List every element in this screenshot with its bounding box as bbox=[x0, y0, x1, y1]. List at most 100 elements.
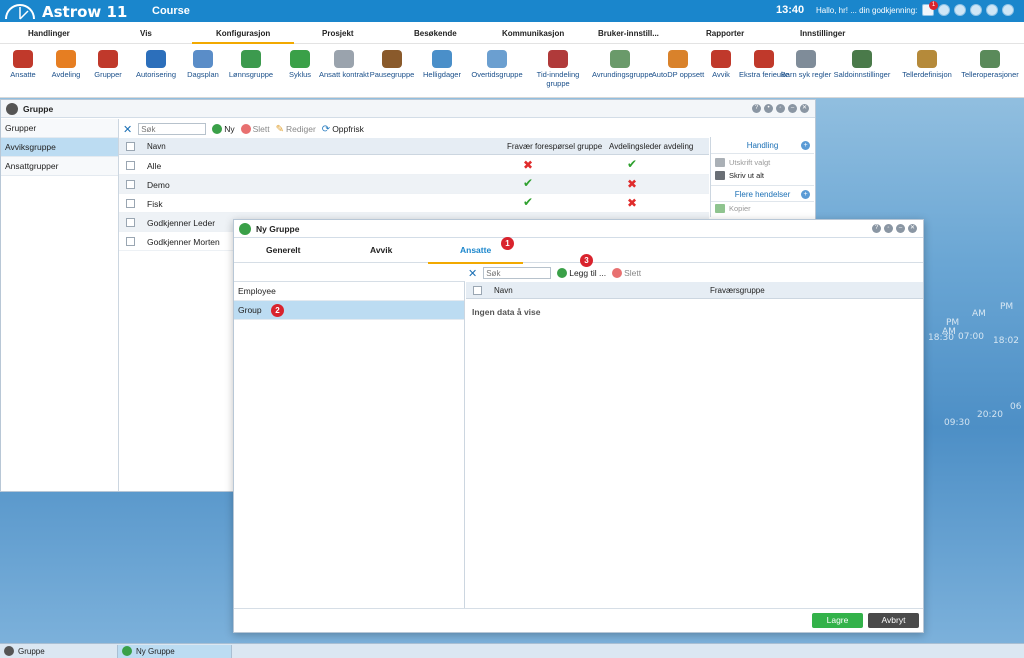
gruppe-search-input[interactable] bbox=[138, 123, 207, 135]
toolbar-helligdager[interactable]: Helligdager bbox=[414, 50, 470, 79]
user-profile-icon[interactable] bbox=[938, 4, 950, 16]
add-button[interactable]: Legg til ... bbox=[557, 268, 606, 278]
menu-rapporter[interactable]: Rapporter bbox=[706, 29, 744, 38]
clock-label: PM bbox=[946, 318, 960, 328]
dialog-header: Ny Gruppe ? ◦ – ✕ bbox=[234, 220, 923, 238]
cancel-button[interactable]: Avbryt bbox=[868, 613, 919, 628]
dialog-tabs: Generelt Avvik Ansatte 1 bbox=[234, 237, 923, 264]
expand-icon[interactable]: + bbox=[801, 190, 810, 199]
row-checkbox[interactable] bbox=[126, 237, 135, 246]
lock-icon[interactable] bbox=[970, 4, 982, 16]
dialog-search-input[interactable] bbox=[483, 267, 552, 279]
menu-vis[interactable]: Vis bbox=[140, 29, 152, 38]
column-fravaer: Fravær forespørsel gruppe bbox=[507, 142, 603, 151]
row-checkbox[interactable] bbox=[126, 180, 135, 189]
select-all-checkbox[interactable] bbox=[473, 286, 482, 295]
tab-avvik[interactable]: Avvik bbox=[370, 245, 392, 255]
tab-generelt[interactable]: Generelt bbox=[266, 245, 301, 255]
edit-button[interactable]: ✎ Rediger bbox=[276, 124, 316, 135]
row-checkbox[interactable] bbox=[126, 218, 135, 227]
menu-besokende[interactable]: Besøkende bbox=[414, 29, 457, 38]
close-icon[interactable]: ✕ bbox=[800, 104, 809, 113]
column-avdelingsleder: Avdelingsleder avdeling bbox=[609, 142, 694, 151]
menu-innstillinger[interactable]: Innstillinger bbox=[800, 29, 845, 38]
dialog-footer: Lagre Avbryt bbox=[234, 608, 923, 632]
table-row[interactable]: Alle ✖ ✔ bbox=[119, 156, 709, 175]
toolbar-pausegruppe[interactable]: Pausegruppe bbox=[364, 50, 420, 79]
delete-icon bbox=[240, 124, 251, 134]
table-row[interactable]: Demo ✔ ✖ bbox=[119, 175, 709, 194]
menu-kommunikasjon[interactable]: Kommunikasjon bbox=[502, 29, 564, 38]
menu-konfigurasjon[interactable]: Konfigurasjon bbox=[191, 29, 295, 44]
toolbar-tellerdefinisjon[interactable]: Tellerdefinisjon bbox=[896, 50, 958, 79]
gruppe-window-header: Gruppe ? • ◦ – ✕ bbox=[1, 100, 815, 118]
toolbar-telleroperasjoner[interactable]: Telleroperasjoner bbox=[956, 50, 1024, 79]
row-name: Godkjenner Leder bbox=[147, 218, 216, 228]
copy-button[interactable]: Kopier bbox=[711, 202, 814, 215]
approval-icon[interactable]: 1 bbox=[922, 1, 938, 16]
toolbar-avrundingsgruppe[interactable]: Avrundingsgruppe bbox=[592, 50, 653, 79]
ny-gruppe-dialog: Ny Gruppe ? ◦ – ✕ Generelt Avvik Ansatte… bbox=[233, 219, 924, 633]
new-button[interactable]: Ny bbox=[212, 124, 235, 134]
gruppe-window-title: Gruppe bbox=[23, 104, 54, 114]
list-item-employee[interactable]: Employee bbox=[234, 282, 464, 301]
task-ny-gruppe[interactable]: Ny Gruppe bbox=[118, 645, 232, 658]
printer-icon bbox=[715, 171, 725, 180]
dialog-title: Ny Gruppe bbox=[256, 224, 300, 234]
column-navn: Navn bbox=[147, 142, 166, 151]
toolbar-lonnsgruppe[interactable]: Lønnsgruppe bbox=[223, 50, 279, 79]
toolbar-overtidsgruppe[interactable]: Overtidsgruppe bbox=[469, 50, 525, 79]
help-icon[interactable]: ? bbox=[872, 224, 881, 233]
print-selected-button[interactable]: Utskrift valgt bbox=[711, 156, 814, 169]
close-icon[interactable]: ✕ bbox=[908, 224, 917, 233]
sidebar-item-ansattgrupper[interactable]: Ansattgrupper bbox=[1, 157, 118, 176]
clock-label: 20:20 bbox=[977, 410, 1003, 420]
toolbar-barn-syk[interactable]: Barn syk regler bbox=[778, 50, 834, 79]
sidebar-item-grupper[interactable]: Grupper bbox=[1, 119, 118, 138]
task-gruppe[interactable]: Gruppe bbox=[0, 645, 118, 658]
row-checkbox[interactable] bbox=[126, 161, 135, 170]
globe-icon[interactable] bbox=[986, 4, 998, 16]
list-item-group[interactable]: Group 2 bbox=[234, 301, 464, 320]
handling-header: Handling + bbox=[711, 137, 814, 154]
group-icon bbox=[4, 646, 14, 656]
restore-icon[interactable]: ◦ bbox=[884, 224, 893, 233]
clear-search-icon[interactable]: ✕ bbox=[123, 123, 132, 136]
restore-icon[interactable]: ◦ bbox=[776, 104, 785, 113]
minimize-icon[interactable]: – bbox=[896, 224, 905, 233]
course-label: Course bbox=[152, 5, 190, 17]
delete-button[interactable]: Slett bbox=[240, 124, 270, 134]
sidebar-item-avviksgruppe[interactable]: Avviksgruppe bbox=[1, 138, 118, 157]
toolbar-tid-inndeling[interactable]: Tid-inndeling gruppe bbox=[530, 50, 586, 88]
dialog-left-list: Employee Group 2 bbox=[234, 281, 465, 608]
clear-search-icon[interactable]: ✕ bbox=[468, 267, 477, 280]
delete-button[interactable]: Slett bbox=[612, 268, 641, 278]
clock-label: 18:30 bbox=[928, 333, 954, 343]
counter-definition-icon bbox=[917, 50, 937, 68]
help-icon[interactable]: ? bbox=[752, 104, 761, 113]
table-row[interactable]: Fisk ✔ ✖ bbox=[119, 194, 709, 213]
cross-icon: ✖ bbox=[627, 196, 638, 210]
select-all-checkbox[interactable] bbox=[126, 142, 135, 151]
minimize-icon[interactable]: – bbox=[788, 104, 797, 113]
print-all-button[interactable]: Skriv ut alt bbox=[711, 169, 814, 182]
astrow-logo-icon bbox=[5, 4, 35, 20]
config-toolbar: Ansatte Avdeling Grupper Autorisering Da… bbox=[0, 44, 1024, 98]
list-item-label: Group bbox=[238, 305, 262, 315]
contract-icon bbox=[334, 50, 354, 68]
toolbar-saldoinnstillinger[interactable]: Saldoinnstillinger bbox=[827, 50, 897, 79]
refresh-button[interactable]: ⟳ Oppfrisk bbox=[322, 124, 364, 135]
help-icon[interactable] bbox=[954, 4, 966, 16]
cross-icon: ✖ bbox=[627, 177, 638, 191]
menu-handlinger[interactable]: Handlinger bbox=[28, 29, 70, 38]
tab-ansatte[interactable]: Ansatte bbox=[427, 245, 524, 264]
menu-prosjekt[interactable]: Prosjekt bbox=[322, 29, 354, 38]
clock-label: AM bbox=[972, 309, 986, 319]
pin-icon[interactable]: • bbox=[764, 104, 773, 113]
save-button[interactable]: Lagre bbox=[812, 613, 863, 628]
dialog-actionbar: ✕ Legg til ... Slett bbox=[468, 264, 641, 282]
row-checkbox[interactable] bbox=[126, 199, 135, 208]
expand-icon[interactable]: + bbox=[801, 141, 810, 150]
menu-brukerinnstillinger[interactable]: Bruker-innstill... bbox=[598, 29, 659, 38]
power-icon[interactable] bbox=[1002, 4, 1014, 16]
